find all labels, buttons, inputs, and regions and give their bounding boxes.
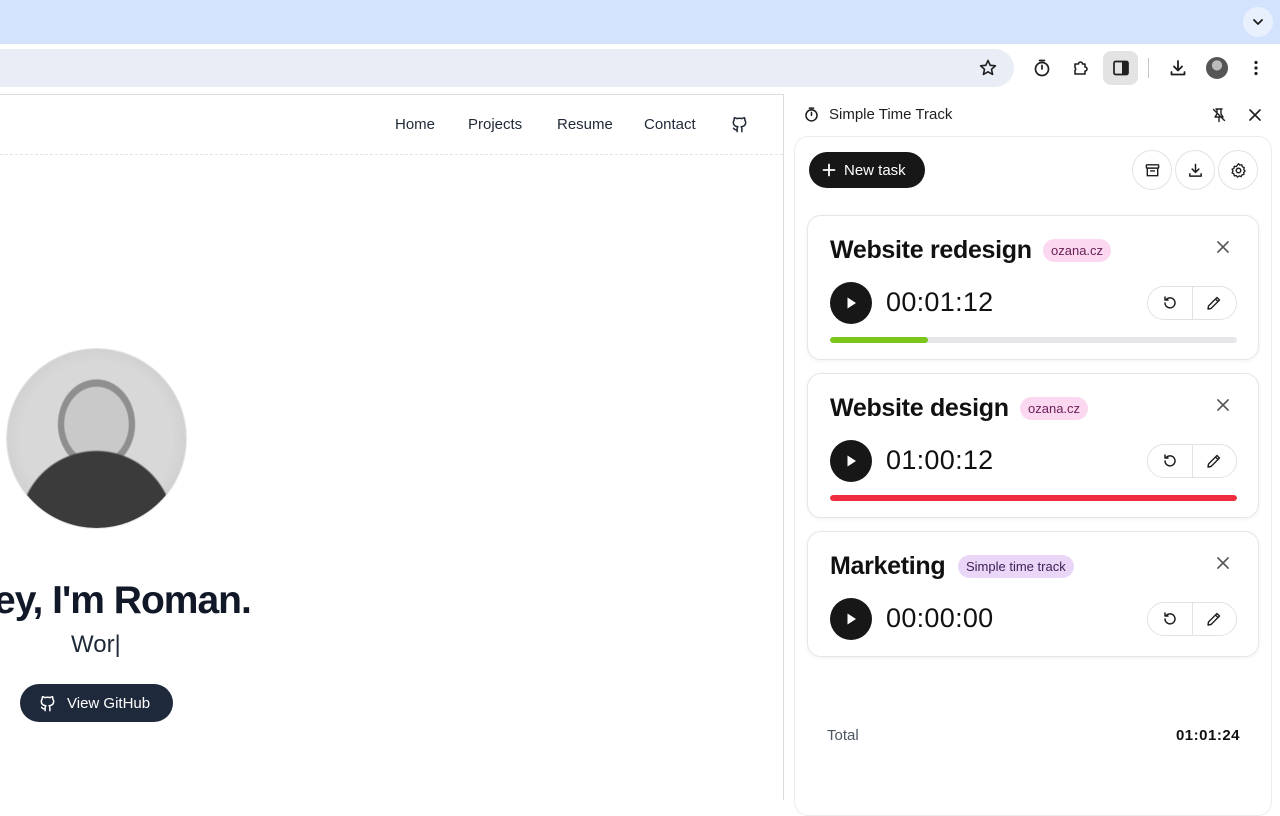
extensions-icon bbox=[1074, 61, 1088, 75]
download-icon bbox=[1188, 163, 1202, 177]
time-tracker-app: New task Website redesign ozana.cz 00:01… bbox=[794, 136, 1272, 816]
side-panel-icon bbox=[1112, 60, 1129, 76]
side-panel: Simple Time Track New task Website redes… bbox=[784, 94, 1280, 816]
progress-bar bbox=[830, 337, 1237, 343]
task-timer: 00:01:12 bbox=[886, 287, 994, 317]
reset-icon bbox=[1164, 612, 1176, 625]
profile-avatar[interactable] bbox=[1206, 57, 1228, 79]
task-actions bbox=[1147, 444, 1237, 478]
nav-github-link[interactable] bbox=[730, 115, 749, 139]
time-tracker-extension-button[interactable] bbox=[1026, 52, 1058, 84]
archive-button[interactable] bbox=[1132, 150, 1172, 190]
view-github-button[interactable]: View GitHub bbox=[20, 684, 173, 722]
star-icon bbox=[979, 59, 997, 76]
reset-button[interactable] bbox=[1148, 445, 1193, 477]
nav-resume[interactable]: Resume bbox=[557, 116, 613, 133]
play-icon bbox=[847, 455, 856, 467]
reset-icon bbox=[1164, 296, 1176, 309]
task-timer: 01:00:12 bbox=[886, 445, 994, 475]
task-title: Website design bbox=[830, 394, 1009, 422]
bookmark-star-button[interactable] bbox=[972, 52, 1004, 84]
toolbar-separator bbox=[1148, 58, 1149, 78]
edit-button[interactable] bbox=[1193, 445, 1237, 477]
nav-projects[interactable]: Projects bbox=[468, 116, 522, 133]
task-card: Marketing Simple time track 00:00:00 bbox=[807, 531, 1259, 657]
github-icon bbox=[40, 695, 55, 711]
browser-toolbar bbox=[0, 44, 1280, 94]
more-icon bbox=[1254, 60, 1258, 76]
play-icon bbox=[847, 297, 856, 309]
side-panel-title: Simple Time Track bbox=[829, 106, 953, 123]
archive-icon bbox=[1145, 163, 1159, 176]
task-actions bbox=[1147, 602, 1237, 636]
progress-fill bbox=[830, 495, 1237, 501]
delete-task-button[interactable] bbox=[1214, 396, 1232, 414]
hero-typewriter-text: Wor| bbox=[71, 631, 121, 658]
download-icon bbox=[1170, 60, 1186, 76]
close-panel-button[interactable] bbox=[1247, 107, 1263, 128]
play-button[interactable] bbox=[830, 282, 872, 324]
tab-strip bbox=[0, 0, 1280, 44]
address-bar[interactable] bbox=[0, 49, 1014, 87]
task-tag: ozana.cz bbox=[1043, 239, 1112, 262]
total-label: Total bbox=[827, 727, 859, 744]
play-button[interactable] bbox=[830, 440, 872, 482]
pencil-icon bbox=[1207, 296, 1221, 310]
profile-photo bbox=[7, 349, 186, 528]
reset-icon bbox=[1164, 454, 1176, 467]
side-panel-button[interactable] bbox=[1103, 51, 1138, 85]
downloads-button[interactable] bbox=[1162, 52, 1194, 84]
task-title: Website redesign bbox=[830, 236, 1032, 264]
task-tag: Simple time track bbox=[958, 555, 1074, 578]
settings-button[interactable] bbox=[1218, 150, 1258, 190]
nav-home[interactable]: Home bbox=[395, 116, 435, 133]
reset-button[interactable] bbox=[1148, 287, 1193, 319]
delete-task-button[interactable] bbox=[1214, 238, 1232, 256]
play-icon bbox=[847, 613, 856, 625]
timer-icon bbox=[1034, 59, 1050, 77]
site-nav: Home Projects Resume Contact bbox=[0, 94, 783, 155]
task-title: Marketing bbox=[830, 552, 946, 580]
unpin-panel-button[interactable] bbox=[1211, 107, 1227, 128]
task-card: Website design ozana.cz 01:00:12 bbox=[807, 373, 1259, 518]
browser-menu-button[interactable] bbox=[1240, 52, 1272, 84]
new-task-label: New task bbox=[844, 161, 906, 179]
tab-search-button[interactable] bbox=[1243, 7, 1273, 37]
progress-bar bbox=[830, 495, 1237, 501]
pencil-icon bbox=[1207, 454, 1221, 468]
website-page: Home Projects Resume Contact ey, I'm Rom… bbox=[0, 94, 783, 800]
task-tag: ozana.cz bbox=[1020, 397, 1089, 420]
extensions-button[interactable] bbox=[1065, 52, 1097, 84]
task-card: Website redesign ozana.cz 00:01:12 bbox=[807, 215, 1259, 360]
pencil-icon bbox=[1207, 612, 1221, 626]
github-icon bbox=[732, 116, 747, 133]
nav-contact[interactable]: Contact bbox=[644, 116, 696, 133]
page-top-border bbox=[0, 94, 783, 95]
edit-button[interactable] bbox=[1193, 603, 1237, 635]
play-button[interactable] bbox=[830, 598, 872, 640]
gear-icon bbox=[1230, 162, 1246, 178]
total-value: 01:01:24 bbox=[1175, 727, 1240, 744]
view-github-label: View GitHub bbox=[67, 694, 151, 712]
plus-icon bbox=[822, 163, 836, 177]
unpin-icon bbox=[1212, 108, 1226, 123]
hero-title: ey, I'm Roman. bbox=[0, 579, 252, 622]
new-task-button[interactable]: New task bbox=[809, 152, 925, 188]
chevron-down-icon bbox=[1253, 19, 1263, 25]
progress-fill bbox=[830, 337, 928, 343]
timer-icon bbox=[805, 107, 818, 122]
task-timer: 00:00:00 bbox=[886, 603, 994, 633]
close-icon bbox=[1249, 109, 1261, 121]
export-button[interactable] bbox=[1175, 150, 1215, 190]
reset-button[interactable] bbox=[1148, 603, 1193, 635]
edit-button[interactable] bbox=[1193, 287, 1237, 319]
task-actions bbox=[1147, 286, 1237, 320]
delete-task-button[interactable] bbox=[1214, 554, 1232, 572]
